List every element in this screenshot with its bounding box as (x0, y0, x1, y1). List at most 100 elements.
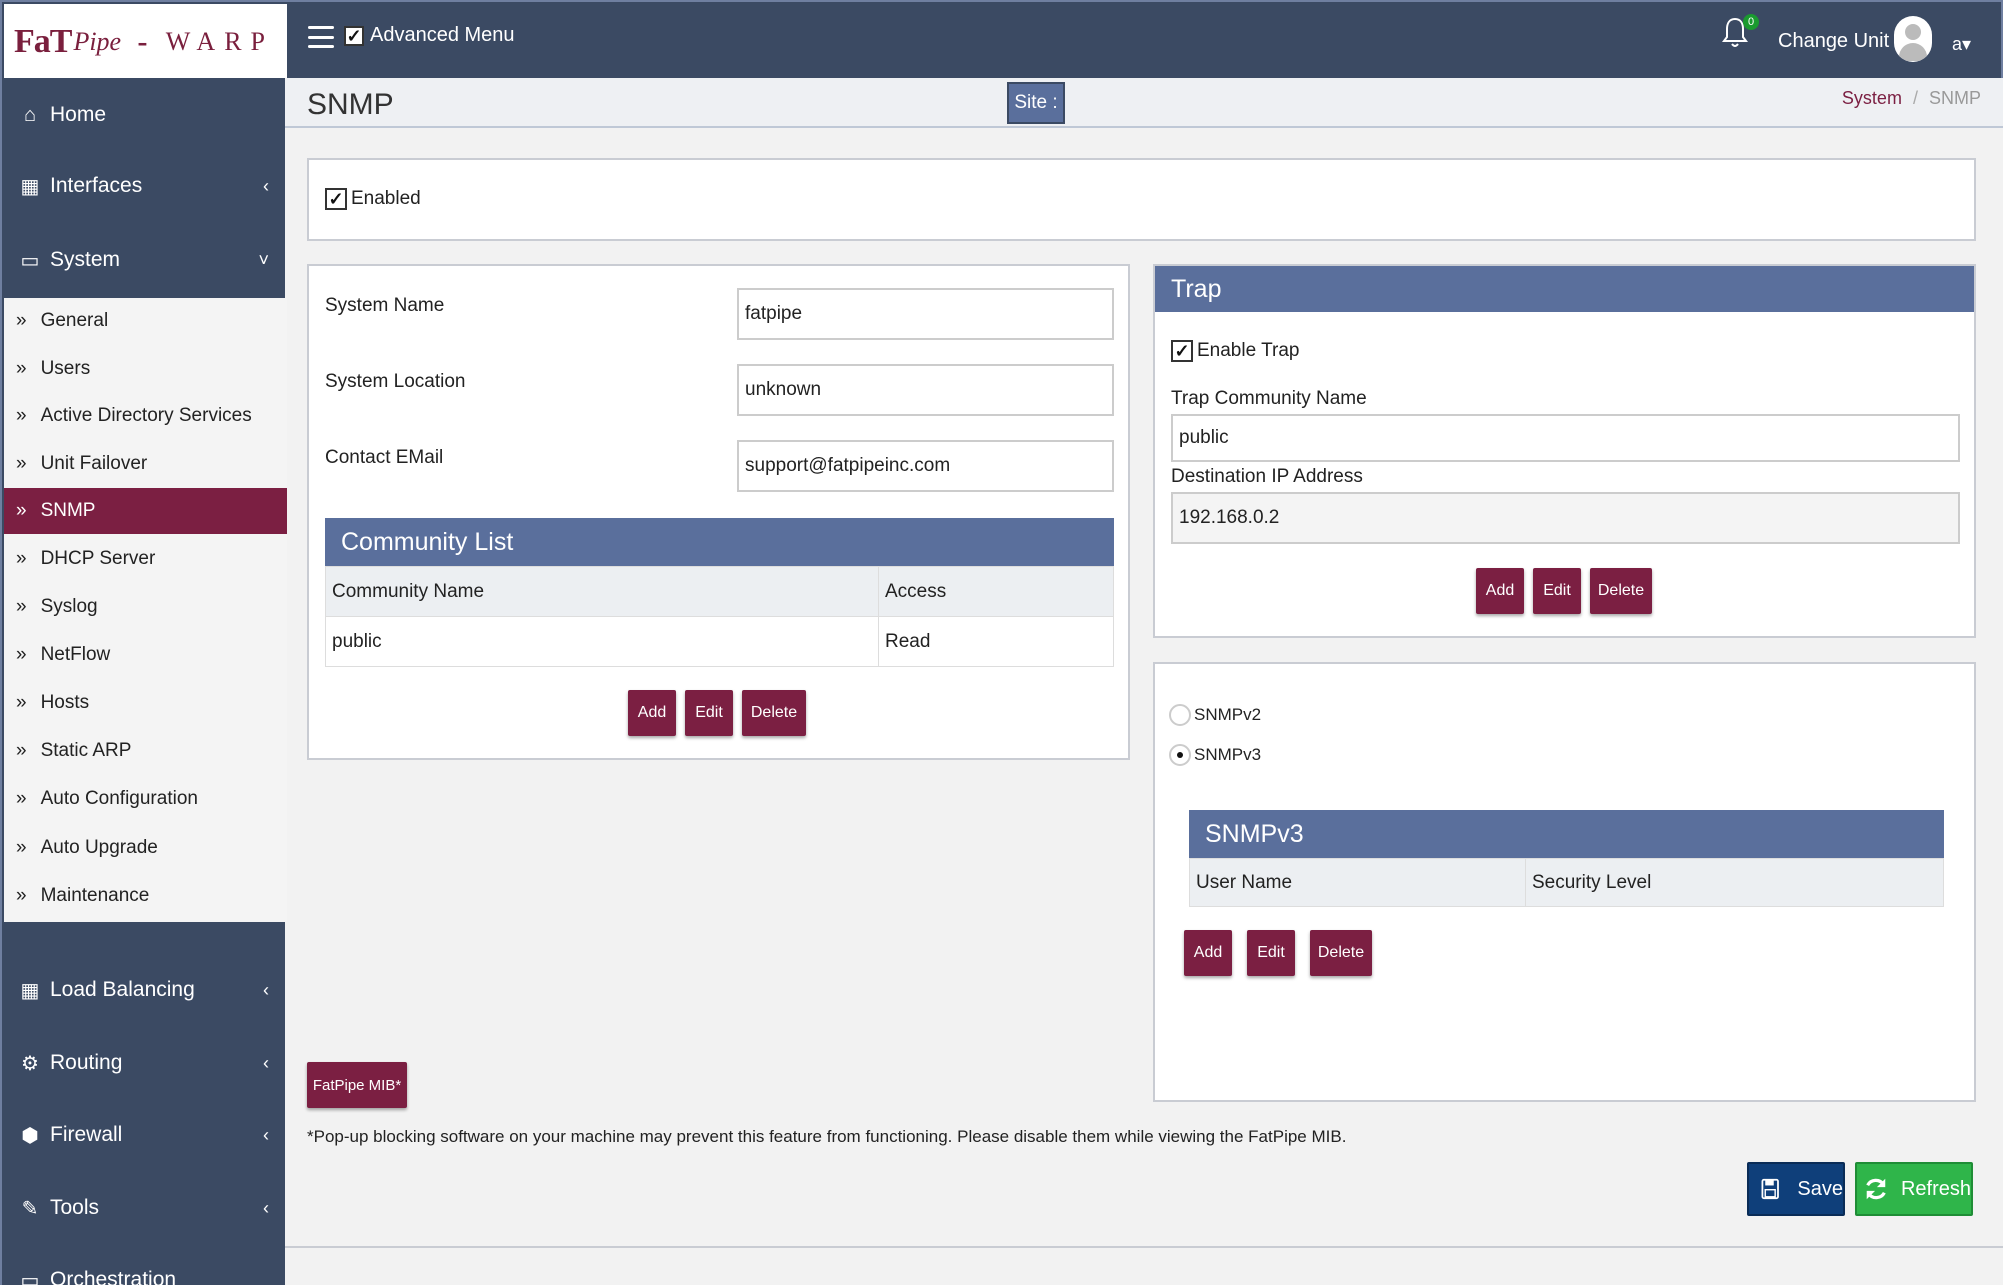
logo-pipe-text: Pipe (73, 27, 122, 56)
community-list-table: Community Name Access public Read (325, 566, 1114, 667)
trap-panel: Trap ✓ Enable Trap Trap Community Name p… (1153, 264, 1976, 638)
sidebar-item-auto-upgrade[interactable]: » Auto Upgrade (4, 825, 287, 871)
community-delete-button[interactable]: Delete (742, 690, 806, 736)
save-button[interactable]: Save (1747, 1162, 1845, 1216)
hamburger-menu-icon[interactable] (308, 26, 334, 48)
double-chevron-icon: » (16, 788, 27, 809)
chevron-down-icon: ˅ (258, 249, 269, 270)
enabled-checkbox-row[interactable]: ✓ Enabled (325, 188, 421, 210)
chevron-left-icon: ‹ (263, 1052, 269, 1073)
trap-community-input[interactable]: public (1171, 414, 1960, 462)
double-chevron-icon: » (16, 644, 27, 665)
trap-delete-button[interactable]: Delete (1590, 568, 1652, 614)
sidebar-item-system[interactable]: ▭ System ˅ (4, 228, 287, 292)
double-chevron-icon: » (16, 453, 27, 474)
sidebar-item-active-directory[interactable]: » Active Directory Services (4, 393, 287, 439)
refresh-icon (1866, 1178, 1886, 1200)
sidebar-item-routing[interactable]: ⚙ Routing ‹ (4, 1031, 287, 1095)
user-avatar-icon[interactable] (1894, 16, 1932, 62)
double-chevron-icon: » (16, 548, 27, 569)
sidebar-item-label: Routing (50, 1051, 123, 1074)
system-info-panel: System Name fatpipe System Location unkn… (307, 264, 1130, 760)
logo-dash: - (137, 23, 148, 60)
system-location-input[interactable]: unknown (737, 364, 1114, 416)
sidebar-item-label: NetFlow (40, 644, 111, 665)
sidebar-item-netflow[interactable]: » NetFlow (4, 632, 287, 678)
chevron-left-icon: ‹ (263, 979, 269, 1000)
snmpv3-radio[interactable] (1169, 744, 1191, 766)
double-chevron-icon: » (16, 310, 27, 331)
fatpipe-warp-logo[interactable]: FaT Pipe - WARP (4, 4, 287, 80)
gear-icon: ⚙ (21, 1052, 39, 1075)
enable-trap-checkbox[interactable]: ✓ (1171, 340, 1193, 362)
community-name-cell: public (325, 616, 879, 667)
enabled-checkbox[interactable]: ✓ (325, 188, 347, 210)
double-chevron-icon: » (16, 500, 27, 521)
sidebar-item-snmp[interactable]: » SNMP (4, 488, 287, 534)
sidebar-item-interfaces[interactable]: ▦ Interfaces ‹ (4, 154, 287, 218)
destination-ip-input[interactable]: 192.168.0.2 (1171, 492, 1960, 544)
sidebar-item-tools[interactable]: ✎ Tools ‹ (4, 1176, 287, 1240)
sidebar-item-label: Unit Failover (40, 453, 148, 474)
access-cell: Read (878, 616, 1114, 667)
sidebar-item-label: Interfaces (50, 174, 143, 197)
sidebar-item-label: Tools (50, 1196, 100, 1219)
snmpv3-header: SNMPv3 (1189, 810, 1944, 858)
double-chevron-icon: » (16, 692, 27, 713)
laptop-icon: ▭ (20, 249, 40, 272)
footer-divider (285, 1246, 2003, 1248)
refresh-button[interactable]: Refresh (1855, 1162, 1973, 1216)
home-icon: ⌂ (23, 103, 37, 126)
enable-trap-row[interactable]: ✓ Enable Trap (1171, 340, 1299, 362)
grid-icon: ▦ (20, 979, 40, 1002)
popup-blocking-note: *Pop-up blocking software on your machin… (307, 1127, 1347, 1146)
sidebar-item-hosts[interactable]: » Hosts (4, 680, 287, 726)
community-list-header: Community List (325, 518, 1114, 566)
sidebar-item-orchestration[interactable]: ▭ Orchestration (4, 1248, 287, 1285)
user-menu-dropdown[interactable]: a▾ (1952, 34, 1971, 55)
sidebar-item-label: Firewall (50, 1123, 123, 1146)
snmpv3-add-button[interactable]: Add (1184, 930, 1232, 976)
sidebar-item-label: Auto Upgrade (40, 837, 158, 858)
column-user-name: User Name (1189, 858, 1526, 907)
advanced-menu-toggle[interactable]: ✓ Advanced Menu (344, 24, 515, 47)
contact-email-input[interactable]: support@fatpipeinc.com (737, 440, 1114, 492)
sidebar-item-home[interactable]: ⌂ Home (4, 83, 287, 147)
sidebar-item-load-balancing[interactable]: ▦ Load Balancing ‹ (4, 958, 287, 1022)
chevron-left-icon: ‹ (263, 1197, 269, 1218)
sidebar-item-label: Load Balancing (50, 978, 195, 1001)
snmpv3-delete-button[interactable]: Delete (1310, 930, 1372, 976)
sidebar-item-static-arp[interactable]: » Static ARP (4, 728, 287, 774)
site-selector-button[interactable]: Site : (1007, 82, 1065, 124)
system-name-input[interactable]: fatpipe (737, 288, 1114, 340)
snmpv2-radio[interactable] (1169, 704, 1191, 726)
sidebar-item-maintenance[interactable]: » Maintenance (4, 873, 287, 919)
system-location-label: System Location (325, 371, 466, 392)
trap-edit-button[interactable]: Edit (1533, 568, 1581, 614)
enable-trap-label: Enable Trap (1197, 340, 1300, 361)
sidebar-item-unit-failover[interactable]: » Unit Failover (4, 441, 287, 487)
change-unit-link[interactable]: Change Unit (1778, 30, 1889, 53)
snmpv3-edit-button[interactable]: Edit (1247, 930, 1295, 976)
sidebar-item-label: DHCP Server (40, 548, 156, 569)
table-row[interactable]: public Read (325, 616, 1114, 667)
sidebar-item-auto-configuration[interactable]: » Auto Configuration (4, 776, 287, 822)
sidebar-item-firewall[interactable]: ⬢ Firewall ‹ (4, 1103, 287, 1167)
snmpv3-option[interactable]: SNMPv3 (1169, 744, 1261, 766)
sidebar-item-users[interactable]: » Users (4, 346, 287, 392)
trap-add-button[interactable]: Add (1476, 568, 1524, 614)
community-add-button[interactable]: Add (628, 690, 676, 736)
double-chevron-icon: » (16, 596, 27, 617)
trap-community-label: Trap Community Name (1171, 388, 1367, 409)
sidebar-item-syslog[interactable]: » Syslog (4, 584, 287, 630)
snmpv2-option[interactable]: SNMPv2 (1169, 704, 1261, 726)
fatpipe-mib-button[interactable]: FatPipe MIB* (307, 1062, 407, 1108)
sidebar-item-dhcp-server[interactable]: » DHCP Server (4, 536, 287, 582)
advanced-menu-checkbox[interactable]: ✓ (344, 25, 364, 46)
community-edit-button[interactable]: Edit (685, 690, 733, 736)
breadcrumb-system-link[interactable]: System (1842, 88, 1902, 108)
snmpv2-label: SNMPv2 (1194, 705, 1262, 724)
sidebar-item-label: Active Directory Services (40, 405, 252, 426)
sidebar-item-general[interactable]: » General (4, 298, 287, 344)
desktop-icon: ▭ (20, 1269, 40, 1285)
